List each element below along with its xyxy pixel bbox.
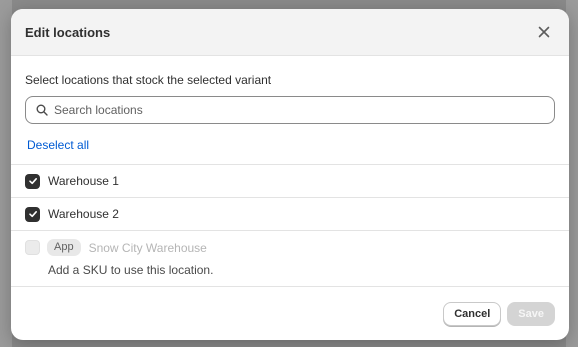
search-input[interactable] (54, 103, 544, 117)
modal-header: Edit locations (11, 9, 569, 56)
cancel-button[interactable]: Cancel (443, 301, 502, 326)
checkmark-icon (28, 178, 37, 185)
location-label: Warehouse 1 (48, 174, 119, 188)
app-badge: App (47, 239, 81, 256)
app-location-line: App Snow City Warehouse (25, 239, 207, 256)
deselect-all-link[interactable]: Deselect all (27, 138, 89, 152)
app-location-note: Add a SKU to use this location. (48, 263, 214, 277)
location-row-app: App Snow City Warehouse Add a SKU to use… (11, 230, 569, 285)
save-button[interactable]: Save (507, 301, 555, 326)
close-icon (538, 26, 550, 38)
modal-body: Select locations that stock the selected… (11, 56, 569, 154)
edit-locations-modal: Edit locations Select locations that sto… (11, 9, 569, 340)
modal-title: Edit locations (25, 24, 111, 40)
location-row-warehouse-1[interactable]: Warehouse 1 (11, 164, 569, 197)
app-location-name: Snow City Warehouse (88, 240, 207, 255)
location-label: Warehouse 2 (48, 207, 119, 221)
search-field[interactable] (25, 96, 555, 124)
modal-footer: Cancel Save (11, 286, 569, 340)
checkbox-warehouse-1[interactable] (25, 173, 40, 189)
locations-list: Warehouse 1 Warehouse 2 App Snow City Wa… (11, 164, 569, 285)
checkbox-app-location (25, 240, 40, 255)
instruction-text: Select locations that stock the selected… (25, 73, 272, 87)
search-icon (36, 104, 48, 116)
location-row-warehouse-2[interactable]: Warehouse 2 (11, 197, 569, 230)
close-button[interactable] (533, 21, 555, 43)
checkbox-warehouse-2[interactable] (25, 206, 40, 222)
checkmark-icon (28, 211, 37, 218)
